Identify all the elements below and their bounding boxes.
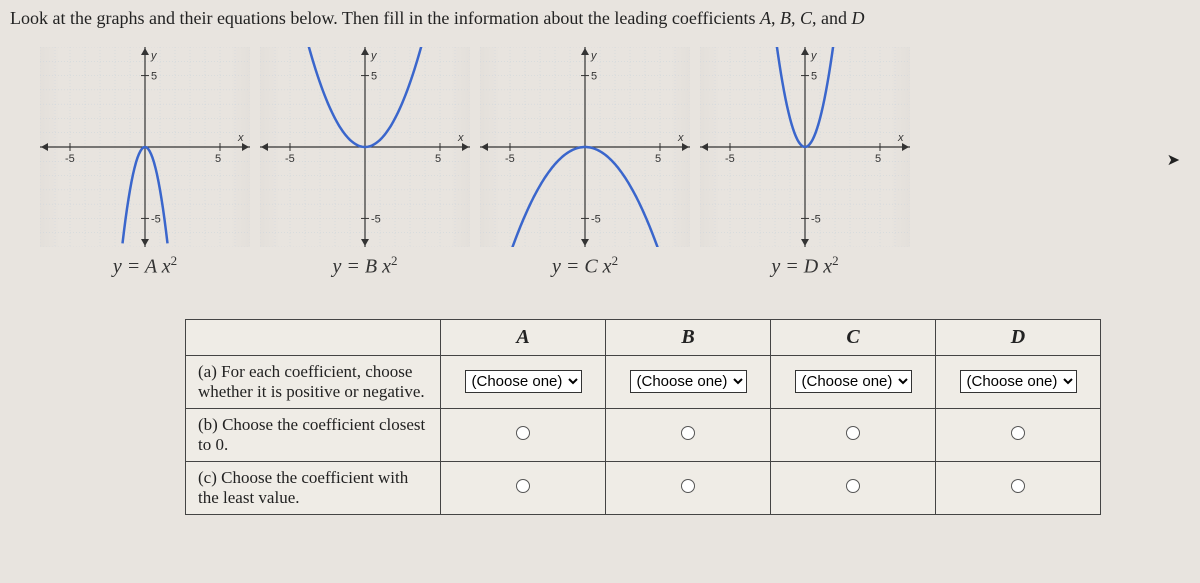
col-header-A: A <box>441 319 606 355</box>
svg-text:x: x <box>677 132 684 144</box>
svg-text:5: 5 <box>151 71 157 83</box>
radio-1-C[interactable] <box>846 426 860 440</box>
svg-text:5: 5 <box>811 71 817 83</box>
svg-text:y: y <box>370 50 378 62</box>
radio-1-A[interactable] <box>516 426 530 440</box>
select-0-A[interactable]: (Choose one) <box>465 370 582 393</box>
chart-plot-C: x y -5 -5 5 5 <box>480 47 690 247</box>
svg-text:5: 5 <box>435 153 441 165</box>
cursor-icon: ➤ <box>1167 150 1180 170</box>
chart-plot-B: x y -5 -5 5 5 <box>260 47 470 247</box>
instruction-text: Look at the graphs and their equations b… <box>10 8 1190 29</box>
radio-2-B[interactable] <box>681 479 695 493</box>
radio-2-A[interactable] <box>516 479 530 493</box>
radio-1-B[interactable] <box>681 426 695 440</box>
select-0-D[interactable]: (Choose one) <box>960 370 1077 393</box>
row-label-2: (c) Choose the coefficient with the leas… <box>186 461 441 514</box>
svg-text:-5: -5 <box>811 213 821 225</box>
select-0-C[interactable]: (Choose one) <box>795 370 912 393</box>
chart-block-B: x y -5 -5 5 5 y = B x2 <box>260 47 470 279</box>
chart-plot-A: x y -5 -5 5 5 <box>40 47 250 247</box>
row-label-0: (a) For each coefficient, choose whether… <box>186 355 441 408</box>
charts-row: x y -5-555 y = A x2 x y -5-555 y = B x2 … <box>40 47 1190 279</box>
svg-text:5: 5 <box>371 71 377 83</box>
chart-label-D: y = D x2 <box>771 253 838 279</box>
answer-table: ABCD (a) For each coefficient, choose whe… <box>185 319 1101 515</box>
chart-label-C: y = C x2 <box>552 253 618 279</box>
svg-text:5: 5 <box>655 153 661 165</box>
svg-text:y: y <box>590 50 598 62</box>
svg-text:x: x <box>897 132 904 144</box>
radio-2-C[interactable] <box>846 479 860 493</box>
svg-text:x: x <box>457 132 464 144</box>
chart-label-A: y = A x2 <box>113 253 177 279</box>
chart-plot-D: x y -5 -5 5 5 <box>700 47 910 247</box>
svg-text:5: 5 <box>875 153 881 165</box>
radio-1-D[interactable] <box>1011 426 1025 440</box>
svg-text:5: 5 <box>215 153 221 165</box>
col-header-B: B <box>606 319 771 355</box>
select-0-B[interactable]: (Choose one) <box>630 370 747 393</box>
svg-text:x: x <box>237 132 244 144</box>
svg-text:y: y <box>810 50 818 62</box>
col-header-C: C <box>771 319 936 355</box>
svg-text:-5: -5 <box>151 213 161 225</box>
chart-label-B: y = B x2 <box>333 253 398 279</box>
svg-text:-5: -5 <box>725 153 735 165</box>
chart-block-C: x y -5 -5 5 5 y = C x2 <box>480 47 690 279</box>
svg-text:5: 5 <box>591 71 597 83</box>
svg-text:-5: -5 <box>65 153 75 165</box>
svg-text:-5: -5 <box>285 153 295 165</box>
radio-2-D[interactable] <box>1011 479 1025 493</box>
svg-text:-5: -5 <box>591 213 601 225</box>
chart-block-A: x y -5 -5 5 5 y = A x2 <box>40 47 250 279</box>
svg-text:-5: -5 <box>505 153 515 165</box>
svg-text:y: y <box>150 50 158 62</box>
svg-text:-5: -5 <box>371 213 381 225</box>
chart-block-D: x y -5 -5 5 5 y = D x2 <box>700 47 910 279</box>
row-label-1: (b) Choose the coefficient closest to 0. <box>186 408 441 461</box>
col-header-D: D <box>936 319 1101 355</box>
